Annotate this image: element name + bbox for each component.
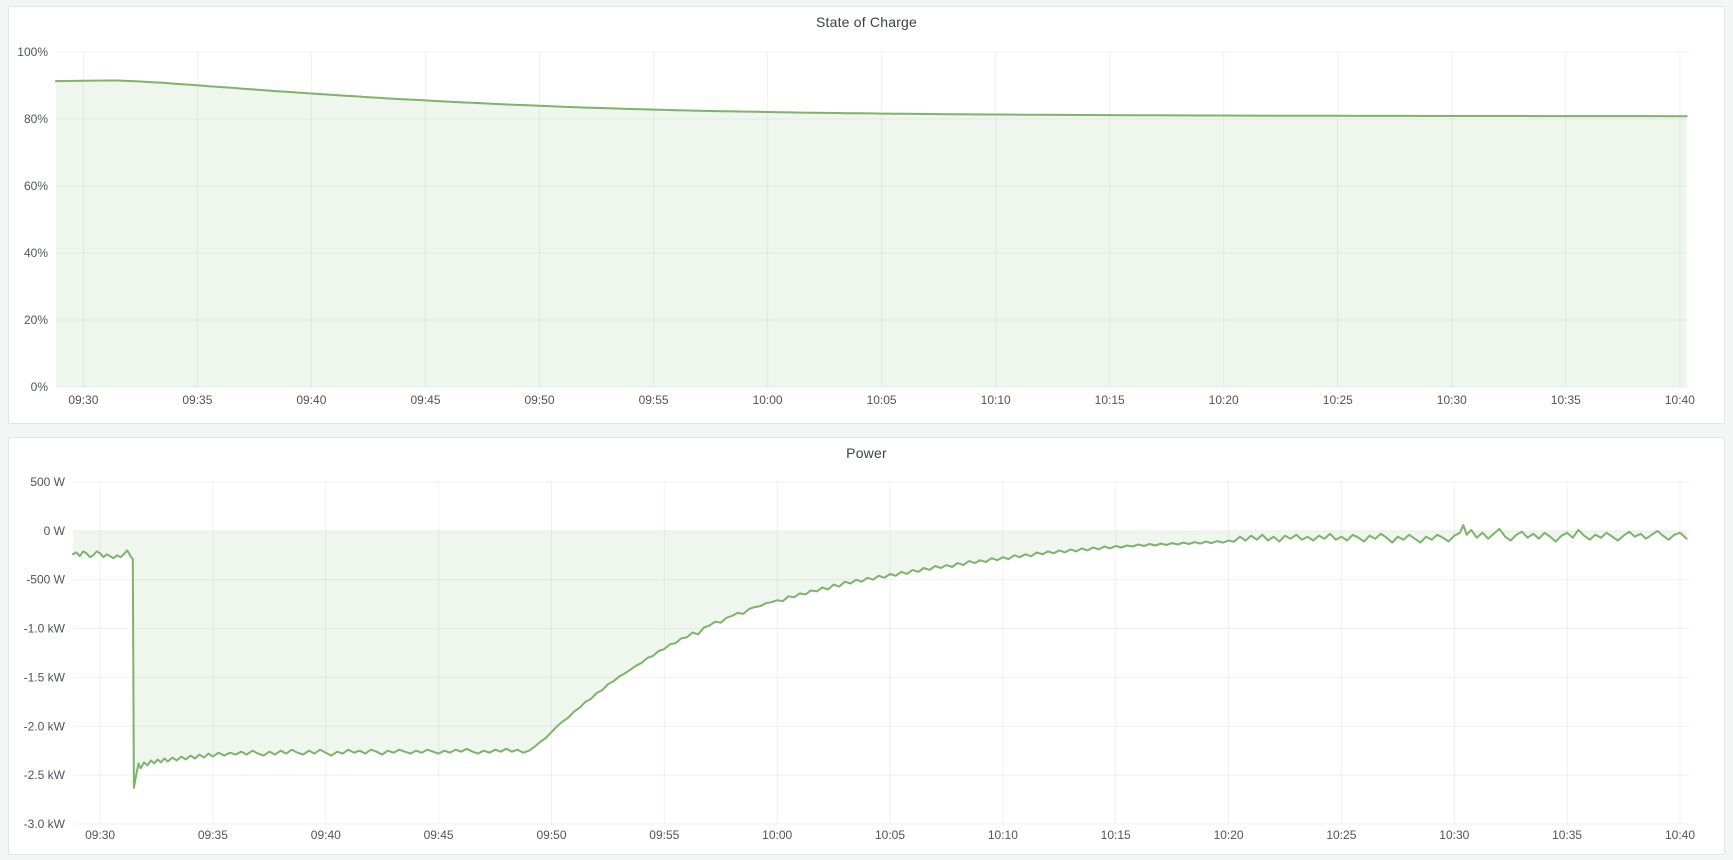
x-tick-label: 10:10 [981, 393, 1011, 407]
x-tick-label: 10:20 [1214, 828, 1244, 842]
x-tick-label: 09:35 [198, 828, 228, 842]
y-tick-label: 40% [24, 246, 48, 260]
x-tick-label: 10:15 [1095, 393, 1125, 407]
y-tick-label: -1.5 kW [24, 670, 66, 684]
x-tick-label: 09:55 [639, 393, 669, 407]
x-tick-label: 09:35 [182, 393, 212, 407]
x-tick-label: 09:50 [536, 828, 566, 842]
power-plot-area[interactable]: 500 W 0 W -500 W -1.0 kW -1.5 kW -2.0 kW -2.5 … [9, 438, 1724, 854]
x-tick-label: 10:30 [1437, 393, 1467, 407]
panel-state-of-charge: State of Charge 100% 80% 60% 40% 20% 0% 09:30 0… [8, 6, 1725, 424]
y-tick-label: -500 W [26, 573, 65, 587]
y-tick-label: 500 W [30, 475, 65, 489]
x-tick-label: 09:45 [424, 828, 454, 842]
y-tick-label: -1.0 kW [24, 622, 66, 636]
panel-header-state-of-charge[interactable]: State of Charge [9, 7, 1724, 37]
y-tick-label: 100% [17, 45, 48, 59]
y-tick-label: -3.0 kW [24, 817, 66, 831]
x-tick-label: 09:45 [410, 393, 440, 407]
dashboard: State of Charge 100% 80% 60% 40% 20% 0% 09:30 0… [0, 0, 1733, 860]
x-tick-label: 10:00 [753, 393, 783, 407]
y-tick-label: 20% [24, 313, 48, 327]
y-tick-label: 0% [31, 380, 49, 394]
panel-title: State of Charge [816, 14, 917, 30]
x-tick-label: 09:55 [649, 828, 679, 842]
x-tick-label: 10:00 [762, 828, 792, 842]
x-tick-label: 10:35 [1552, 828, 1582, 842]
x-tick-label: 10:10 [988, 828, 1018, 842]
x-tick-label: 10:25 [1326, 828, 1356, 842]
x-tick-label: 10:30 [1439, 828, 1469, 842]
panel-header-power[interactable]: Power [9, 438, 1724, 468]
x-tick-label: 10:25 [1323, 393, 1353, 407]
x-tick-label: 10:05 [867, 393, 897, 407]
x-tick-label: 10:05 [875, 828, 905, 842]
x-tick-label: 10:40 [1665, 828, 1695, 842]
panel-power: Power 500 W 0 W -500 W -1.0 kW -1.5 kW -2.0 k… [8, 437, 1725, 855]
y-tick-label: 80% [24, 112, 48, 126]
series-fill [56, 81, 1687, 388]
panel-title: Power [846, 445, 887, 461]
x-tick-label: 10:40 [1665, 393, 1695, 407]
series-fill [73, 525, 1687, 788]
x-tick-label: 10:15 [1101, 828, 1131, 842]
state-of-charge-chart[interactable]: 100% 80% 60% 40% 20% 0% 09:30 09:35 09:40 09:45 09… [9, 7, 1724, 423]
state-of-charge-plot-area[interactable]: 100% 80% 60% 40% 20% 0% 09:30 09:35 09:40 09:45 09… [9, 7, 1724, 423]
x-tick-label: 09:40 [296, 393, 326, 407]
x-tick-label: 09:30 [85, 828, 115, 842]
power-chart[interactable]: 500 W 0 W -500 W -1.0 kW -1.5 kW -2.0 kW -2.5 … [9, 438, 1724, 854]
y-tick-label: 0 W [44, 524, 66, 538]
y-tick-label: -2.0 kW [24, 719, 66, 733]
x-tick-label: 10:35 [1551, 393, 1581, 407]
x-tick-label: 09:40 [311, 828, 341, 842]
y-tick-label: 60% [24, 179, 48, 193]
x-tick-label: 10:20 [1209, 393, 1239, 407]
x-tick-label: 09:30 [68, 393, 98, 407]
x-tick-label: 09:50 [524, 393, 554, 407]
y-tick-label: -2.5 kW [24, 768, 66, 782]
